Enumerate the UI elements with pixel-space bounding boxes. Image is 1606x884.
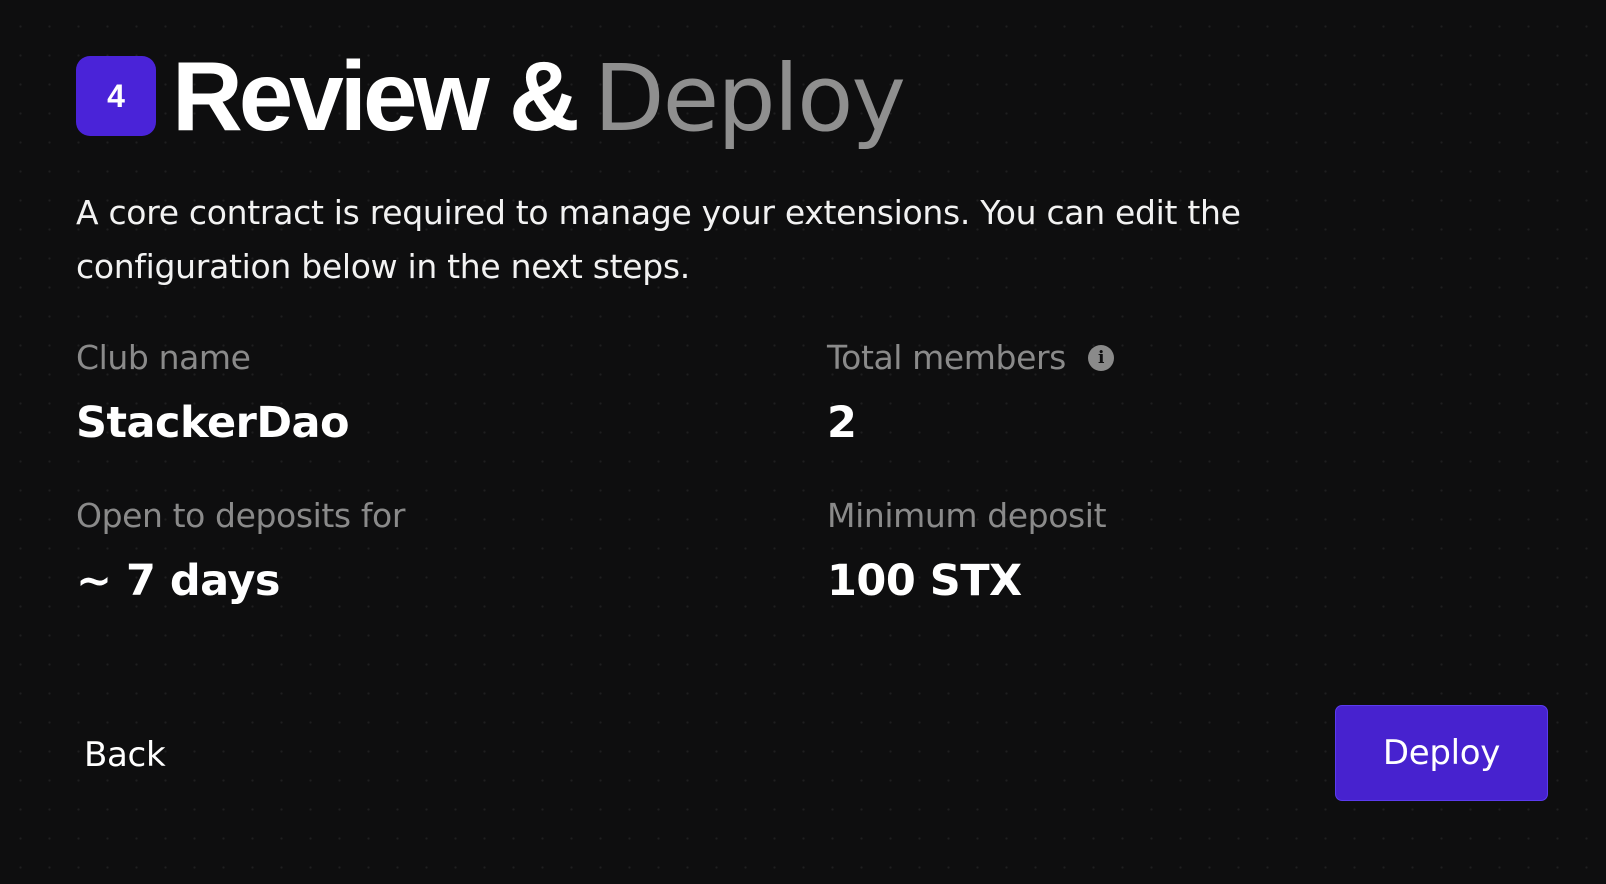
total-members-value: 2: [827, 398, 857, 448]
step-number-badge: 4: [76, 56, 156, 136]
club-name-field: Club name StackerDao: [76, 338, 350, 450]
info-icon[interactable]: i: [1087, 345, 1114, 371]
total-members-label: Total members: [827, 338, 1066, 377]
deposit-period-field: Open to deposits for ~ 7 days: [76, 496, 405, 608]
club-name-label: Club name: [76, 338, 251, 377]
minimum-deposit-value: 100 STX: [827, 556, 1022, 606]
page-description: A core contract is required to manage yo…: [76, 193, 1241, 286]
total-members-label-row: Total members i: [827, 338, 1114, 378]
page-title: Review & Deploy: [172, 47, 906, 145]
minimum-deposit-label: Minimum deposit: [827, 496, 1107, 535]
page-title-bold: Review &: [172, 41, 580, 151]
page-header: 4 Review & Deploy: [76, 44, 906, 148]
page-title-light: Deploy: [593, 45, 906, 152]
back-button[interactable]: Back: [74, 726, 175, 784]
club-name-value: StackerDao: [76, 398, 350, 448]
total-members-field: Total members i 2: [827, 338, 1114, 450]
deploy-button[interactable]: Deploy: [1335, 705, 1548, 801]
minimum-deposit-field: Minimum deposit 100 STX: [827, 496, 1107, 608]
deposit-period-value: ~ 7 days: [76, 556, 281, 606]
deposit-period-label: Open to deposits for: [76, 496, 405, 535]
